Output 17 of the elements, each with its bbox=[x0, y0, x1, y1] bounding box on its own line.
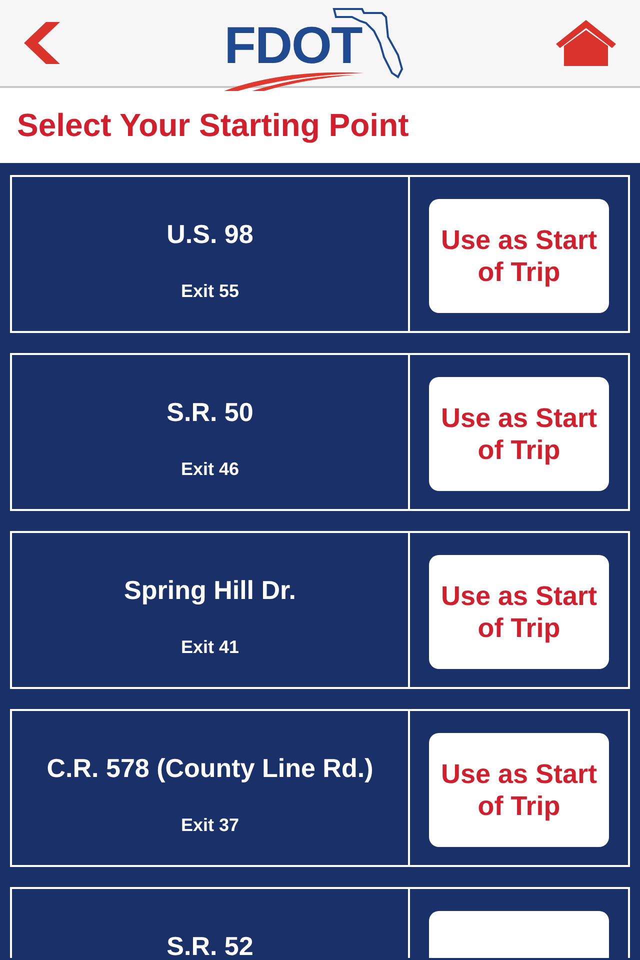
exit-number: Exit 46 bbox=[180, 458, 240, 481]
exit-road-name: Spring Hill Dr. bbox=[124, 574, 296, 607]
exit-road-name: C.R. 578 (County Line Rd.) bbox=[46, 752, 374, 785]
page-title: Select Your Starting Point bbox=[16, 106, 409, 145]
exit-number: Exit 55 bbox=[180, 280, 240, 303]
exit-number: Exit 37 bbox=[180, 814, 240, 837]
back-icon[interactable] bbox=[24, 22, 60, 64]
start-trip-button[interactable]: Use as Start of Trip bbox=[429, 199, 609, 313]
home-icon[interactable] bbox=[556, 20, 616, 66]
exit-road-name: U.S. 98 bbox=[166, 218, 254, 251]
start-trip-button[interactable]: Use as Start of Trip bbox=[429, 377, 609, 491]
start-trip-button[interactable]: Use as Start of Trip bbox=[429, 733, 609, 847]
exit-road-name: S.R. 52 bbox=[166, 930, 254, 958]
exit-number: Exit 41 bbox=[180, 636, 240, 659]
exit-road-name: S.R. 50 bbox=[166, 396, 254, 429]
logo-text: FDOT bbox=[224, 25, 362, 67]
start-trip-button[interactable]: Use as Start of Trip bbox=[429, 555, 609, 669]
